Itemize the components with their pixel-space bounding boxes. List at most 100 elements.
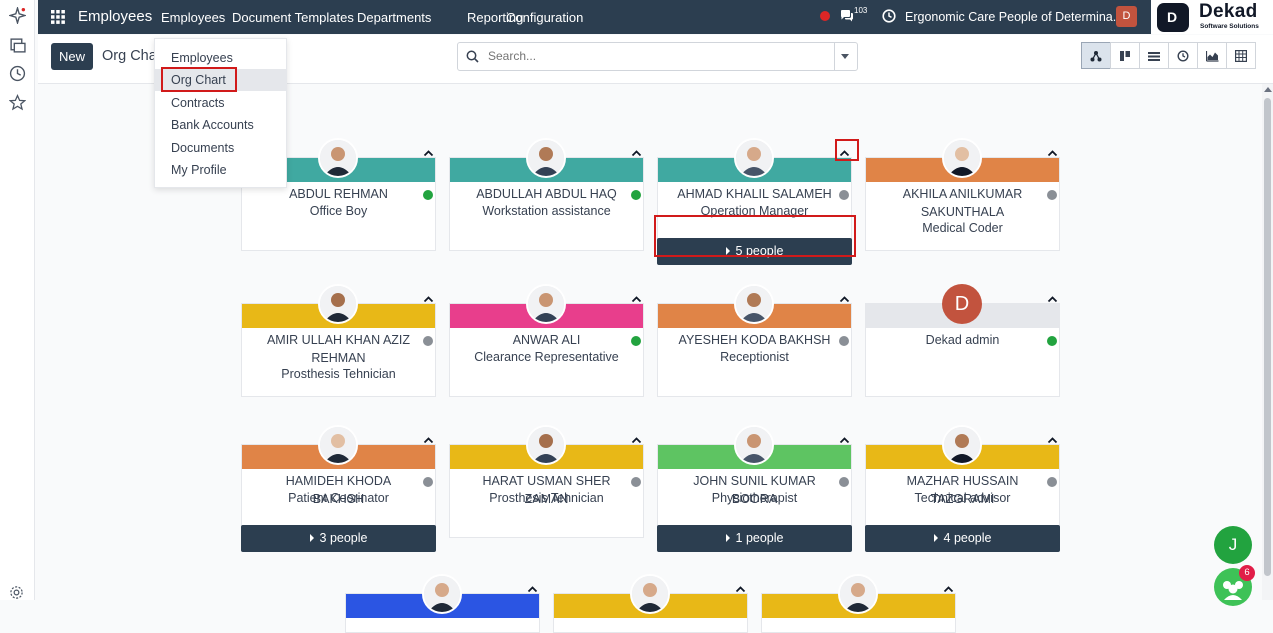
- employee-initial-avatar[interactable]: D: [942, 284, 982, 324]
- scrollbar-thumb[interactable]: [1264, 98, 1271, 576]
- subordinates-button[interactable]: 4 people: [865, 525, 1060, 552]
- notification-badge: 6: [1239, 565, 1255, 581]
- view-hierarchy-button[interactable]: [1081, 42, 1111, 69]
- user-avatar[interactable]: D: [1116, 6, 1137, 27]
- vertical-scrollbar[interactable]: [1262, 84, 1273, 600]
- subordinates-button[interactable]: 3 people: [241, 525, 436, 552]
- employee-job-title: Medical Coder: [922, 221, 1003, 235]
- collapse-chevron-icon[interactable]: [943, 584, 954, 595]
- chat-icon[interactable]: [840, 9, 854, 22]
- dropdown-item-my-profile[interactable]: My Profile: [155, 159, 286, 181]
- dropdown-item-contracts[interactable]: Contracts: [155, 92, 286, 114]
- view-kanban-button[interactable]: [1110, 42, 1140, 69]
- employee-photo[interactable]: [734, 284, 774, 324]
- employee-name: AMIR ULLAH KHAN AZIZ REHMAN: [266, 333, 411, 365]
- employee-card[interactable]: AYESHEH KODA BAKHSH Receptionist: [657, 284, 852, 397]
- employee-photo[interactable]: [526, 425, 566, 465]
- employee-card[interactable]: ANWAR ALI Clearance Representative: [449, 284, 644, 397]
- employee-job-title: Office Boy: [309, 204, 368, 218]
- employee-name: ANWAR ALI: [512, 333, 581, 347]
- settings-gear-icon[interactable]: [9, 585, 24, 600]
- dropdown-item-bank-accounts[interactable]: Bank Accounts: [155, 114, 286, 136]
- employee-job-title: Technical advisor: [914, 491, 1011, 505]
- employee-card[interactable]: AMIR ULLAH KHAN AZIZ REHMAN Prosthesis Te…: [241, 284, 436, 397]
- collapse-chevron-icon[interactable]: [631, 435, 642, 446]
- highlight-collapse-chevron: [835, 139, 859, 161]
- top-navbar: Employees Employees Document Templates D…: [38, 0, 1273, 34]
- scroll-up-arrow-icon[interactable]: [1264, 87, 1272, 92]
- employee-photo[interactable]: [422, 574, 462, 614]
- employee-card[interactable]: D Dekad admin: [865, 284, 1060, 397]
- activity-clock-icon[interactable]: [882, 9, 896, 23]
- employee-photo[interactable]: [942, 138, 982, 178]
- employee-card[interactable]: ABDULLAH ABDUL HAQ Workstation assistance: [449, 138, 644, 251]
- view-list-button[interactable]: [1139, 42, 1169, 69]
- employee-name: AYESHEH KODA BAKHSH: [678, 333, 831, 347]
- menu-configuration[interactable]: Configuration: [506, 10, 583, 25]
- collapse-chevron-icon[interactable]: [839, 435, 850, 446]
- employee-photo[interactable]: [318, 425, 358, 465]
- employee-card[interactable]: HARAT USMAN SHER ZAMAN Prosthesis Tehnici…: [449, 425, 644, 538]
- online-status-dot: [423, 190, 433, 200]
- brand-subtitle: Software Solutions: [1200, 23, 1259, 30]
- collapse-chevron-icon[interactable]: [527, 584, 538, 595]
- subordinates-button[interactable]: 1 people: [657, 525, 852, 552]
- employee-card[interactable]: HAMIDEH KHODA BAKHSH Patient Coorinator 3 …: [241, 425, 436, 552]
- offline-status-dot: [1047, 190, 1057, 200]
- collapse-chevron-icon[interactable]: [423, 148, 434, 159]
- employee-card[interactable]: MAZHAR HUSSAIN TAZGRAMI Technical advisor…: [865, 425, 1060, 552]
- brand-logo: D Dekad Software Solutions: [1151, 0, 1273, 34]
- employee-card-partial[interactable]: [761, 574, 956, 633]
- app-title[interactable]: Employees: [78, 8, 152, 25]
- offline-status-dot: [839, 336, 849, 346]
- employee-card-partial[interactable]: [553, 574, 748, 633]
- collapse-chevron-icon[interactable]: [631, 148, 642, 159]
- app-grid-icon[interactable]: [51, 10, 65, 24]
- employee-name: ABDULLAH ABDUL HAQ: [476, 187, 617, 201]
- employee-name: Dekad admin: [925, 333, 1000, 347]
- dropdown-item-employees[interactable]: Employees: [155, 47, 286, 69]
- employee-photo[interactable]: [526, 284, 566, 324]
- employee-photo[interactable]: [318, 284, 358, 324]
- collapse-chevron-icon[interactable]: [1047, 148, 1058, 159]
- recording-dot-icon[interactable]: [820, 11, 830, 21]
- dropdown-item-documents[interactable]: Documents: [155, 137, 286, 159]
- new-button[interactable]: New: [51, 43, 93, 70]
- employee-photo[interactable]: [838, 574, 878, 614]
- sparkle-icon[interactable]: [9, 7, 26, 24]
- view-activity-button[interactable]: [1168, 42, 1198, 69]
- search-input[interactable]: [488, 49, 828, 63]
- employee-card-partial[interactable]: [345, 574, 540, 633]
- collapse-chevron-icon[interactable]: [839, 294, 850, 305]
- star-icon[interactable]: [9, 94, 26, 111]
- employee-photo[interactable]: [318, 138, 358, 178]
- collapse-chevron-icon[interactable]: [1047, 435, 1058, 446]
- menu-departments[interactable]: Departments: [357, 10, 431, 25]
- employee-photo[interactable]: [526, 138, 566, 178]
- menu-employees[interactable]: Employees: [161, 10, 225, 25]
- inbox-icon[interactable]: [9, 37, 26, 54]
- collapse-chevron-icon[interactable]: [1047, 294, 1058, 305]
- employee-photo[interactable]: [734, 138, 774, 178]
- hierarchy-icon: [1090, 50, 1102, 61]
- clock-icon[interactable]: [9, 65, 26, 82]
- collapse-chevron-icon[interactable]: [423, 435, 434, 446]
- view-pivot-button[interactable]: [1226, 42, 1256, 69]
- employee-card[interactable]: AKHILA ANILKUMAR SAKUNTHALA Medical Coder: [865, 138, 1060, 251]
- user-status-button[interactable]: J: [1214, 526, 1252, 564]
- menu-document-templates[interactable]: Document Templates: [232, 10, 354, 25]
- employee-photo[interactable]: [942, 425, 982, 465]
- collapse-chevron-icon[interactable]: [735, 584, 746, 595]
- search-options-toggle-icon[interactable]: [841, 54, 849, 59]
- company-switcher[interactable]: Ergonomic Care People of Determina...: [905, 10, 1123, 24]
- offline-status-dot: [839, 477, 849, 487]
- employee-card[interactable]: JOHN SUNIL KUMAR BOORA Physiotherapist 1 p…: [657, 425, 852, 552]
- view-graph-button[interactable]: [1197, 42, 1227, 69]
- subordinates-count: 1 people: [735, 531, 784, 545]
- brand-name: Dekad: [1199, 1, 1258, 22]
- view-switcher: [1081, 42, 1256, 69]
- collapse-chevron-icon[interactable]: [631, 294, 642, 305]
- collapse-chevron-icon[interactable]: [423, 294, 434, 305]
- employee-photo[interactable]: [734, 425, 774, 465]
- employee-photo[interactable]: [630, 574, 670, 614]
